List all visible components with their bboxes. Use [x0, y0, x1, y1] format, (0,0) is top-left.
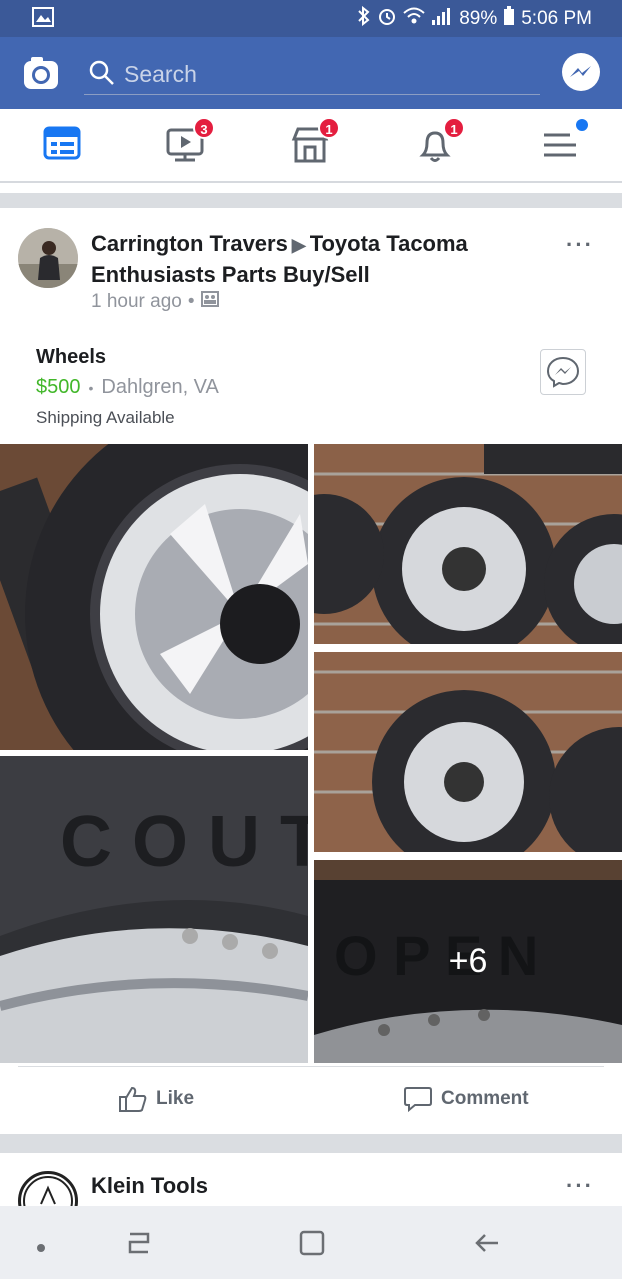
post-meta: 1 hour ago •	[91, 291, 219, 313]
camera-icon[interactable]	[22, 55, 60, 91]
price-line: $500 • Dahlgren, VA	[36, 376, 219, 399]
shipping-info: Shipping Available	[36, 408, 175, 427]
nav-dot-icon[interactable]	[36, 1240, 46, 1258]
back-icon[interactable]	[472, 1228, 502, 1263]
author-name[interactable]: Carrington Travers	[91, 231, 288, 256]
like-button[interactable]: Like	[118, 1085, 194, 1113]
story-strip	[0, 183, 622, 193]
message-seller-button[interactable]	[540, 349, 586, 395]
clock: 5:06 PM	[521, 7, 592, 29]
messenger-icon[interactable]	[562, 53, 600, 91]
battery-percent: 89%	[459, 7, 498, 29]
tab-notifications[interactable]: 1	[415, 117, 465, 169]
thumbs-up-icon	[119, 1086, 147, 1112]
news-feed-icon	[43, 126, 81, 160]
bluetooth-icon	[357, 5, 371, 32]
price-separator: •	[88, 379, 94, 396]
comment-label: Comment	[441, 1088, 529, 1109]
photo-grid: C O U T O P E N +6	[0, 444, 622, 1063]
feed-post: Carrington Travers ▶ Toyota Tacoma Enthusi…	[0, 208, 622, 1134]
top-header: Search	[0, 37, 622, 109]
tab-menu[interactable]	[540, 119, 588, 169]
meta-separator: •	[187, 291, 195, 312]
photo-3[interactable]	[314, 652, 622, 852]
next-feed-post: Klein Tools ···	[0, 1153, 622, 1231]
tab-watch[interactable]: 3	[165, 117, 215, 169]
android-navigation-bar	[0, 1206, 622, 1279]
comment-icon	[404, 1087, 432, 1113]
gallery-notification-icon	[32, 7, 54, 32]
signal-icon	[431, 7, 451, 31]
photo-5[interactable]: O P E N +6	[314, 860, 622, 1063]
post-time[interactable]: 1 hour ago	[91, 291, 182, 313]
group-icon	[200, 291, 219, 313]
like-label: Like	[156, 1088, 195, 1109]
next-post-more-button[interactable]: ···	[566, 1173, 594, 1199]
photo-2[interactable]	[314, 444, 622, 644]
post-header-title[interactable]: Carrington Travers ▶ Toyota Tacoma Enthusi…	[91, 229, 561, 289]
post-actions: Like Comment	[18, 1066, 604, 1134]
photo-4[interactable]: C O U T	[0, 756, 308, 1063]
price: $500	[36, 376, 81, 398]
more-options-button[interactable]: ···	[566, 232, 594, 258]
location: Dahlgren, VA	[101, 376, 219, 398]
watch-badge: 3	[193, 117, 215, 139]
search-placeholder: Search	[124, 61, 197, 87]
marketplace-badge: 1	[318, 117, 340, 139]
more-photos-overlay[interactable]: +6	[314, 860, 622, 1063]
avatar[interactable]	[18, 228, 78, 288]
notifications-badge: 1	[443, 117, 465, 139]
search-input[interactable]: Search	[84, 53, 540, 95]
status-bar: 89% 5:06 PM	[0, 0, 622, 37]
recent-apps-icon[interactable]	[126, 1228, 152, 1263]
tab-bar: 3 1 1	[0, 109, 622, 183]
next-post-author[interactable]: Klein Tools	[91, 1173, 208, 1199]
messenger-icon	[546, 356, 580, 388]
photo-1[interactable]	[0, 444, 308, 750]
item-title: Wheels	[36, 346, 107, 368]
menu-icon	[544, 133, 576, 157]
alarm-icon	[377, 6, 397, 32]
svg-text:C O U T: C O U T	[60, 802, 308, 882]
menu-dot-badge	[576, 119, 588, 131]
comment-button[interactable]: Comment	[403, 1085, 529, 1113]
battery-icon	[503, 5, 515, 32]
tab-news-feed[interactable]	[42, 125, 86, 169]
wifi-icon	[403, 7, 425, 31]
search-icon	[88, 59, 116, 92]
tab-marketplace[interactable]: 1	[290, 117, 340, 169]
home-button-icon[interactable]	[298, 1228, 326, 1263]
arrow-right-icon: ▶	[291, 235, 306, 255]
